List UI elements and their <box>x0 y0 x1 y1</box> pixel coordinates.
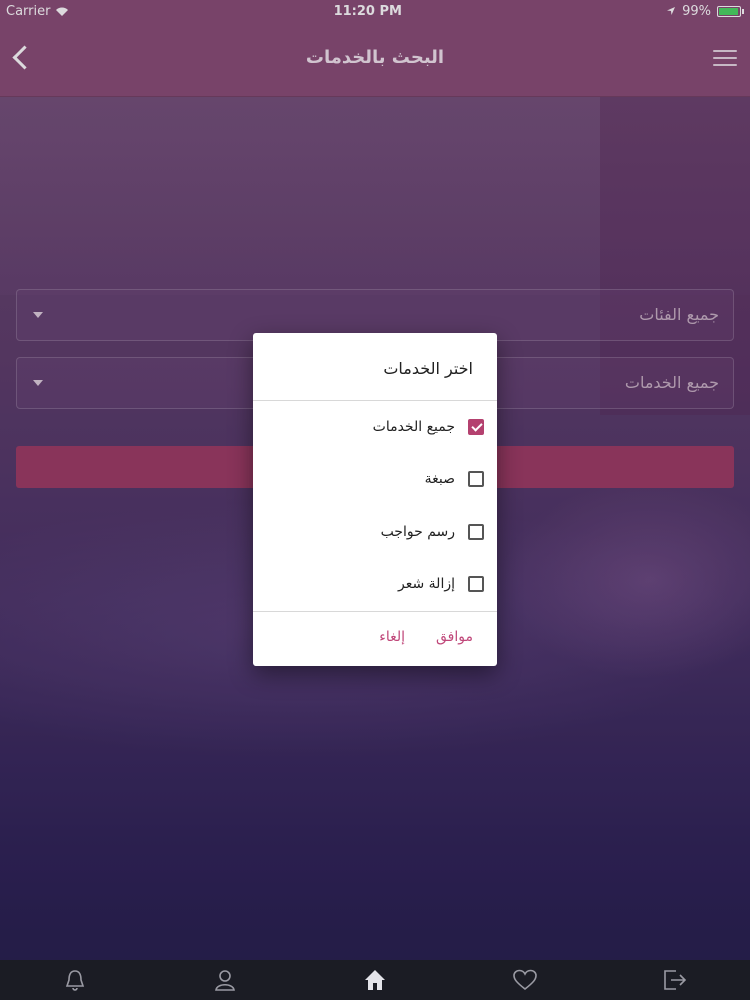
checkbox[interactable] <box>468 471 484 487</box>
option-label: صبغة <box>424 471 455 487</box>
divider <box>253 400 497 401</box>
checkbox-checked[interactable] <box>468 419 484 435</box>
logout-icon <box>664 970 687 990</box>
ok-button[interactable]: موافق <box>436 629 473 645</box>
tab-favorites[interactable] <box>505 960 545 1000</box>
option-eyebrow-drawing[interactable]: رسم حواجب <box>253 513 497 553</box>
home-icon <box>365 970 385 990</box>
tab-home[interactable] <box>355 960 395 1000</box>
divider <box>253 611 497 612</box>
user-icon <box>215 970 235 991</box>
option-label: رسم حواجب <box>380 524 455 540</box>
checkbox[interactable] <box>468 524 484 540</box>
option-dye[interactable]: صبغة <box>253 460 497 500</box>
tab-notifications[interactable] <box>55 960 95 1000</box>
bottom-tab-bar <box>0 960 750 1000</box>
option-label: جميع الخدمات <box>372 419 455 435</box>
option-label: إزالة شعر <box>398 576 455 592</box>
cancel-button[interactable]: إلغاء <box>379 629 405 645</box>
dialog-title: اختر الخدمات <box>383 359 473 378</box>
checkbox[interactable] <box>468 576 484 592</box>
services-dialog: اختر الخدمات جميع الخدمات صبغة رسم حواجب… <box>253 333 497 666</box>
bell-icon <box>65 970 85 991</box>
option-all-services[interactable]: جميع الخدمات <box>253 408 497 448</box>
tab-profile[interactable] <box>205 960 245 1000</box>
heart-icon <box>513 969 537 991</box>
option-hair-removal[interactable]: إزالة شعر <box>253 565 497 605</box>
tab-logout[interactable] <box>655 960 695 1000</box>
